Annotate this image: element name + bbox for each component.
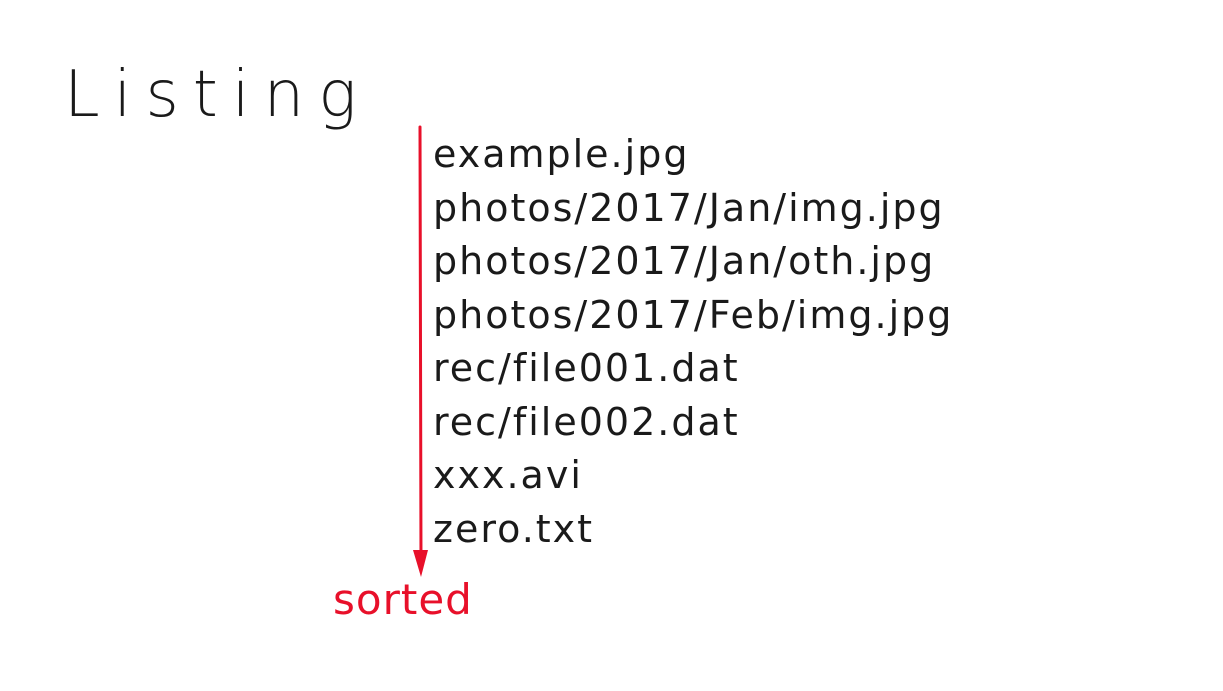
list-item: xxx.avi <box>433 453 583 497</box>
sort-arrow-icon <box>413 125 428 577</box>
list-item: rec/file002.dat <box>433 399 740 444</box>
list-item: rec/file001.dat <box>433 346 740 390</box>
list-item: photos/2017/Feb/img.jpg <box>433 292 954 337</box>
sorted-label: sorted <box>333 575 473 624</box>
file-list: example.jpg photos/2017/Jan/img.jpg phot… <box>433 128 953 556</box>
list-item: photos/2017/Jan/oth.jpg <box>433 239 936 283</box>
list-item: example.jpg <box>433 132 690 176</box>
list-item: photos/2017/Jan/img.jpg <box>433 185 945 230</box>
list-item: zero.txt <box>433 506 595 551</box>
listing-title: Listing <box>64 58 371 132</box>
